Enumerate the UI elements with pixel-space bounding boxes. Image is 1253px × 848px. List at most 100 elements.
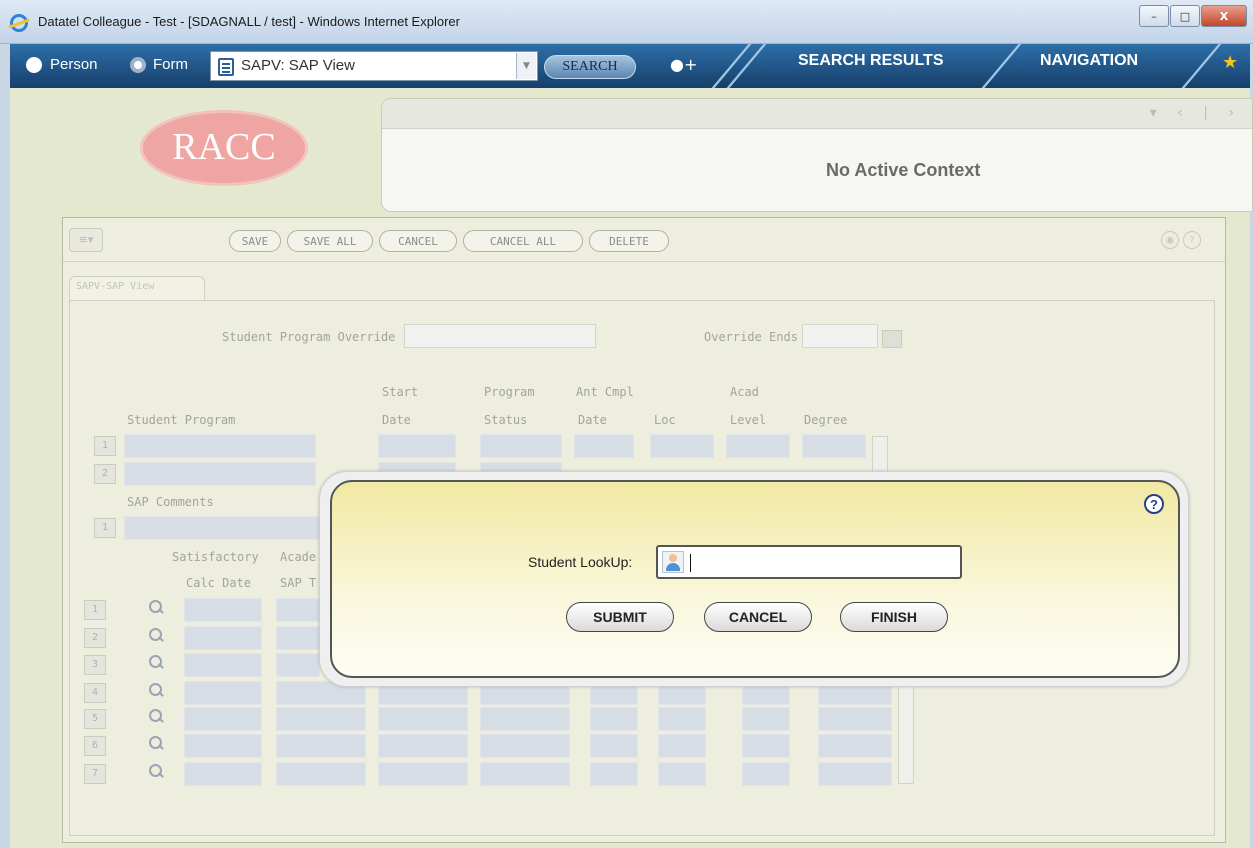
- row-number[interactable]: 3: [84, 655, 106, 675]
- sap-field[interactable]: [378, 707, 468, 731]
- close-window-button[interactable]: X: [1201, 5, 1247, 27]
- col-degree-label: Degree: [804, 413, 848, 427]
- sap-field[interactable]: [818, 762, 892, 786]
- cancel-button[interactable]: CANCEL: [379, 230, 457, 252]
- calc-date-field[interactable]: [184, 598, 262, 622]
- form-radio-label[interactable]: Form: [153, 56, 188, 73]
- row-number[interactable]: 1: [94, 436, 116, 456]
- calc-date-field[interactable]: [184, 762, 262, 786]
- form-radio[interactable]: [130, 57, 146, 73]
- sap-field[interactable]: [378, 762, 468, 786]
- minimize-button[interactable]: –: [1139, 5, 1169, 27]
- sap-field[interactable]: [590, 762, 638, 786]
- add-search-icon[interactable]: ●+: [670, 55, 697, 74]
- sap-term-field[interactable]: [276, 598, 320, 622]
- sap-term-field[interactable]: [276, 653, 320, 677]
- tab-navigation[interactable]: NAVIGATION: [1040, 52, 1138, 70]
- header-tabs: SEARCH RESULTS NAVIGATION ★: [710, 44, 1250, 88]
- tab-sapv-sap-view[interactable]: SAPV-SAP View: [69, 276, 205, 300]
- sap-field[interactable]: [590, 707, 638, 731]
- student-program-field[interactable]: [124, 434, 316, 458]
- sap-term-field[interactable]: [276, 762, 366, 786]
- magnifier-icon[interactable]: [148, 736, 164, 752]
- sap-field[interactable]: [658, 707, 706, 731]
- sap-field[interactable]: [818, 734, 892, 758]
- magnifier-icon[interactable]: [148, 600, 164, 616]
- start-date-field[interactable]: [378, 434, 456, 458]
- calc-date-field[interactable]: [184, 734, 262, 758]
- sap-field[interactable]: [658, 762, 706, 786]
- row-number[interactable]: 1: [94, 518, 116, 538]
- sap-term-field[interactable]: [276, 734, 366, 758]
- tab-search-results[interactable]: SEARCH RESULTS: [798, 52, 944, 70]
- col-student-program-label: Student Program: [127, 413, 236, 427]
- favorites-star-icon[interactable]: ★: [1222, 52, 1238, 73]
- sap-term-field[interactable]: [276, 707, 366, 731]
- sap-field[interactable]: [480, 734, 570, 758]
- cancel-dialog-button[interactable]: CANCEL: [704, 602, 812, 632]
- settings-icon[interactable]: ◉: [1161, 231, 1179, 249]
- ant-cmpl-date-field[interactable]: [574, 434, 634, 458]
- sap-field[interactable]: [480, 707, 570, 731]
- sap-field[interactable]: [590, 734, 638, 758]
- context-nav-icons[interactable]: ▾ ‹ | ›: [1150, 105, 1242, 121]
- chevron-down-icon[interactable]: ▼: [516, 53, 536, 79]
- calc-date-field[interactable]: [184, 626, 262, 650]
- calendar-icon[interactable]: [882, 330, 902, 348]
- program-status-field[interactable]: [480, 434, 562, 458]
- submit-button[interactable]: SUBMIT: [566, 602, 674, 632]
- sap-comments-field[interactable]: [124, 516, 324, 540]
- row-number[interactable]: 4: [84, 683, 106, 703]
- toolbar-help-icon[interactable]: ?: [1183, 231, 1201, 249]
- student-program-override-field[interactable]: [404, 324, 596, 348]
- form-select[interactable]: SAPV: SAP View ▼: [210, 51, 538, 81]
- student-program-field[interactable]: [124, 462, 316, 486]
- cancel-all-button[interactable]: CANCEL ALL: [463, 230, 583, 252]
- person-radio[interactable]: [26, 57, 42, 73]
- row-number[interactable]: 2: [84, 628, 106, 648]
- magnifier-icon[interactable]: [148, 709, 164, 725]
- form-toolbar: ≡▾ SAVE SAVE ALL CANCEL CANCEL ALL DELET…: [63, 218, 1225, 262]
- maximize-button[interactable]: □: [1170, 5, 1200, 27]
- magnifier-icon[interactable]: [148, 628, 164, 644]
- sap-field[interactable]: [742, 734, 790, 758]
- logo-text: RACC: [172, 126, 276, 168]
- finish-button[interactable]: FINISH: [840, 602, 948, 632]
- row-number[interactable]: 5: [84, 709, 106, 729]
- calc-date-label: Calc Date: [186, 576, 252, 590]
- row-number[interactable]: 6: [84, 736, 106, 756]
- magnifier-icon[interactable]: [148, 655, 164, 671]
- sap-field[interactable]: [742, 762, 790, 786]
- context-header: ▾ ‹ | ›: [382, 99, 1252, 129]
- sap-field[interactable]: [742, 707, 790, 731]
- acad-level-field[interactable]: [726, 434, 790, 458]
- save-all-button[interactable]: SAVE ALL: [287, 230, 373, 252]
- col-program-label: Program: [484, 385, 535, 399]
- row-number[interactable]: 7: [84, 764, 106, 784]
- override-ends-field[interactable]: [802, 324, 878, 348]
- calc-date-field[interactable]: [184, 653, 262, 677]
- sap-term-field[interactable]: [276, 626, 320, 650]
- search-button[interactable]: SEARCH: [544, 55, 636, 79]
- save-button[interactable]: SAVE: [229, 230, 281, 252]
- degree-field[interactable]: [802, 434, 866, 458]
- sap-field[interactable]: [658, 734, 706, 758]
- sap-field[interactable]: [480, 762, 570, 786]
- sap-field[interactable]: [818, 707, 892, 731]
- sap-t-label: SAP T: [280, 576, 317, 590]
- sap-field[interactable]: [378, 734, 468, 758]
- magnifier-icon[interactable]: [148, 683, 164, 699]
- row-number[interactable]: 1: [84, 600, 106, 620]
- form-menu-icon[interactable]: ≡▾: [69, 228, 103, 252]
- person-radio-label[interactable]: Person: [50, 56, 98, 73]
- delete-button[interactable]: DELETE: [589, 230, 669, 252]
- magnifier-icon[interactable]: [148, 764, 164, 780]
- loc-field[interactable]: [650, 434, 714, 458]
- student-lookup-input[interactable]: [656, 545, 962, 579]
- person-icon: [662, 551, 684, 573]
- help-icon[interactable]: ?: [1144, 494, 1164, 514]
- sap-comments-label: SAP Comments: [127, 495, 214, 509]
- row-number[interactable]: 2: [94, 464, 116, 484]
- calc-date-field[interactable]: [184, 707, 262, 731]
- calc-date-field[interactable]: [184, 681, 262, 705]
